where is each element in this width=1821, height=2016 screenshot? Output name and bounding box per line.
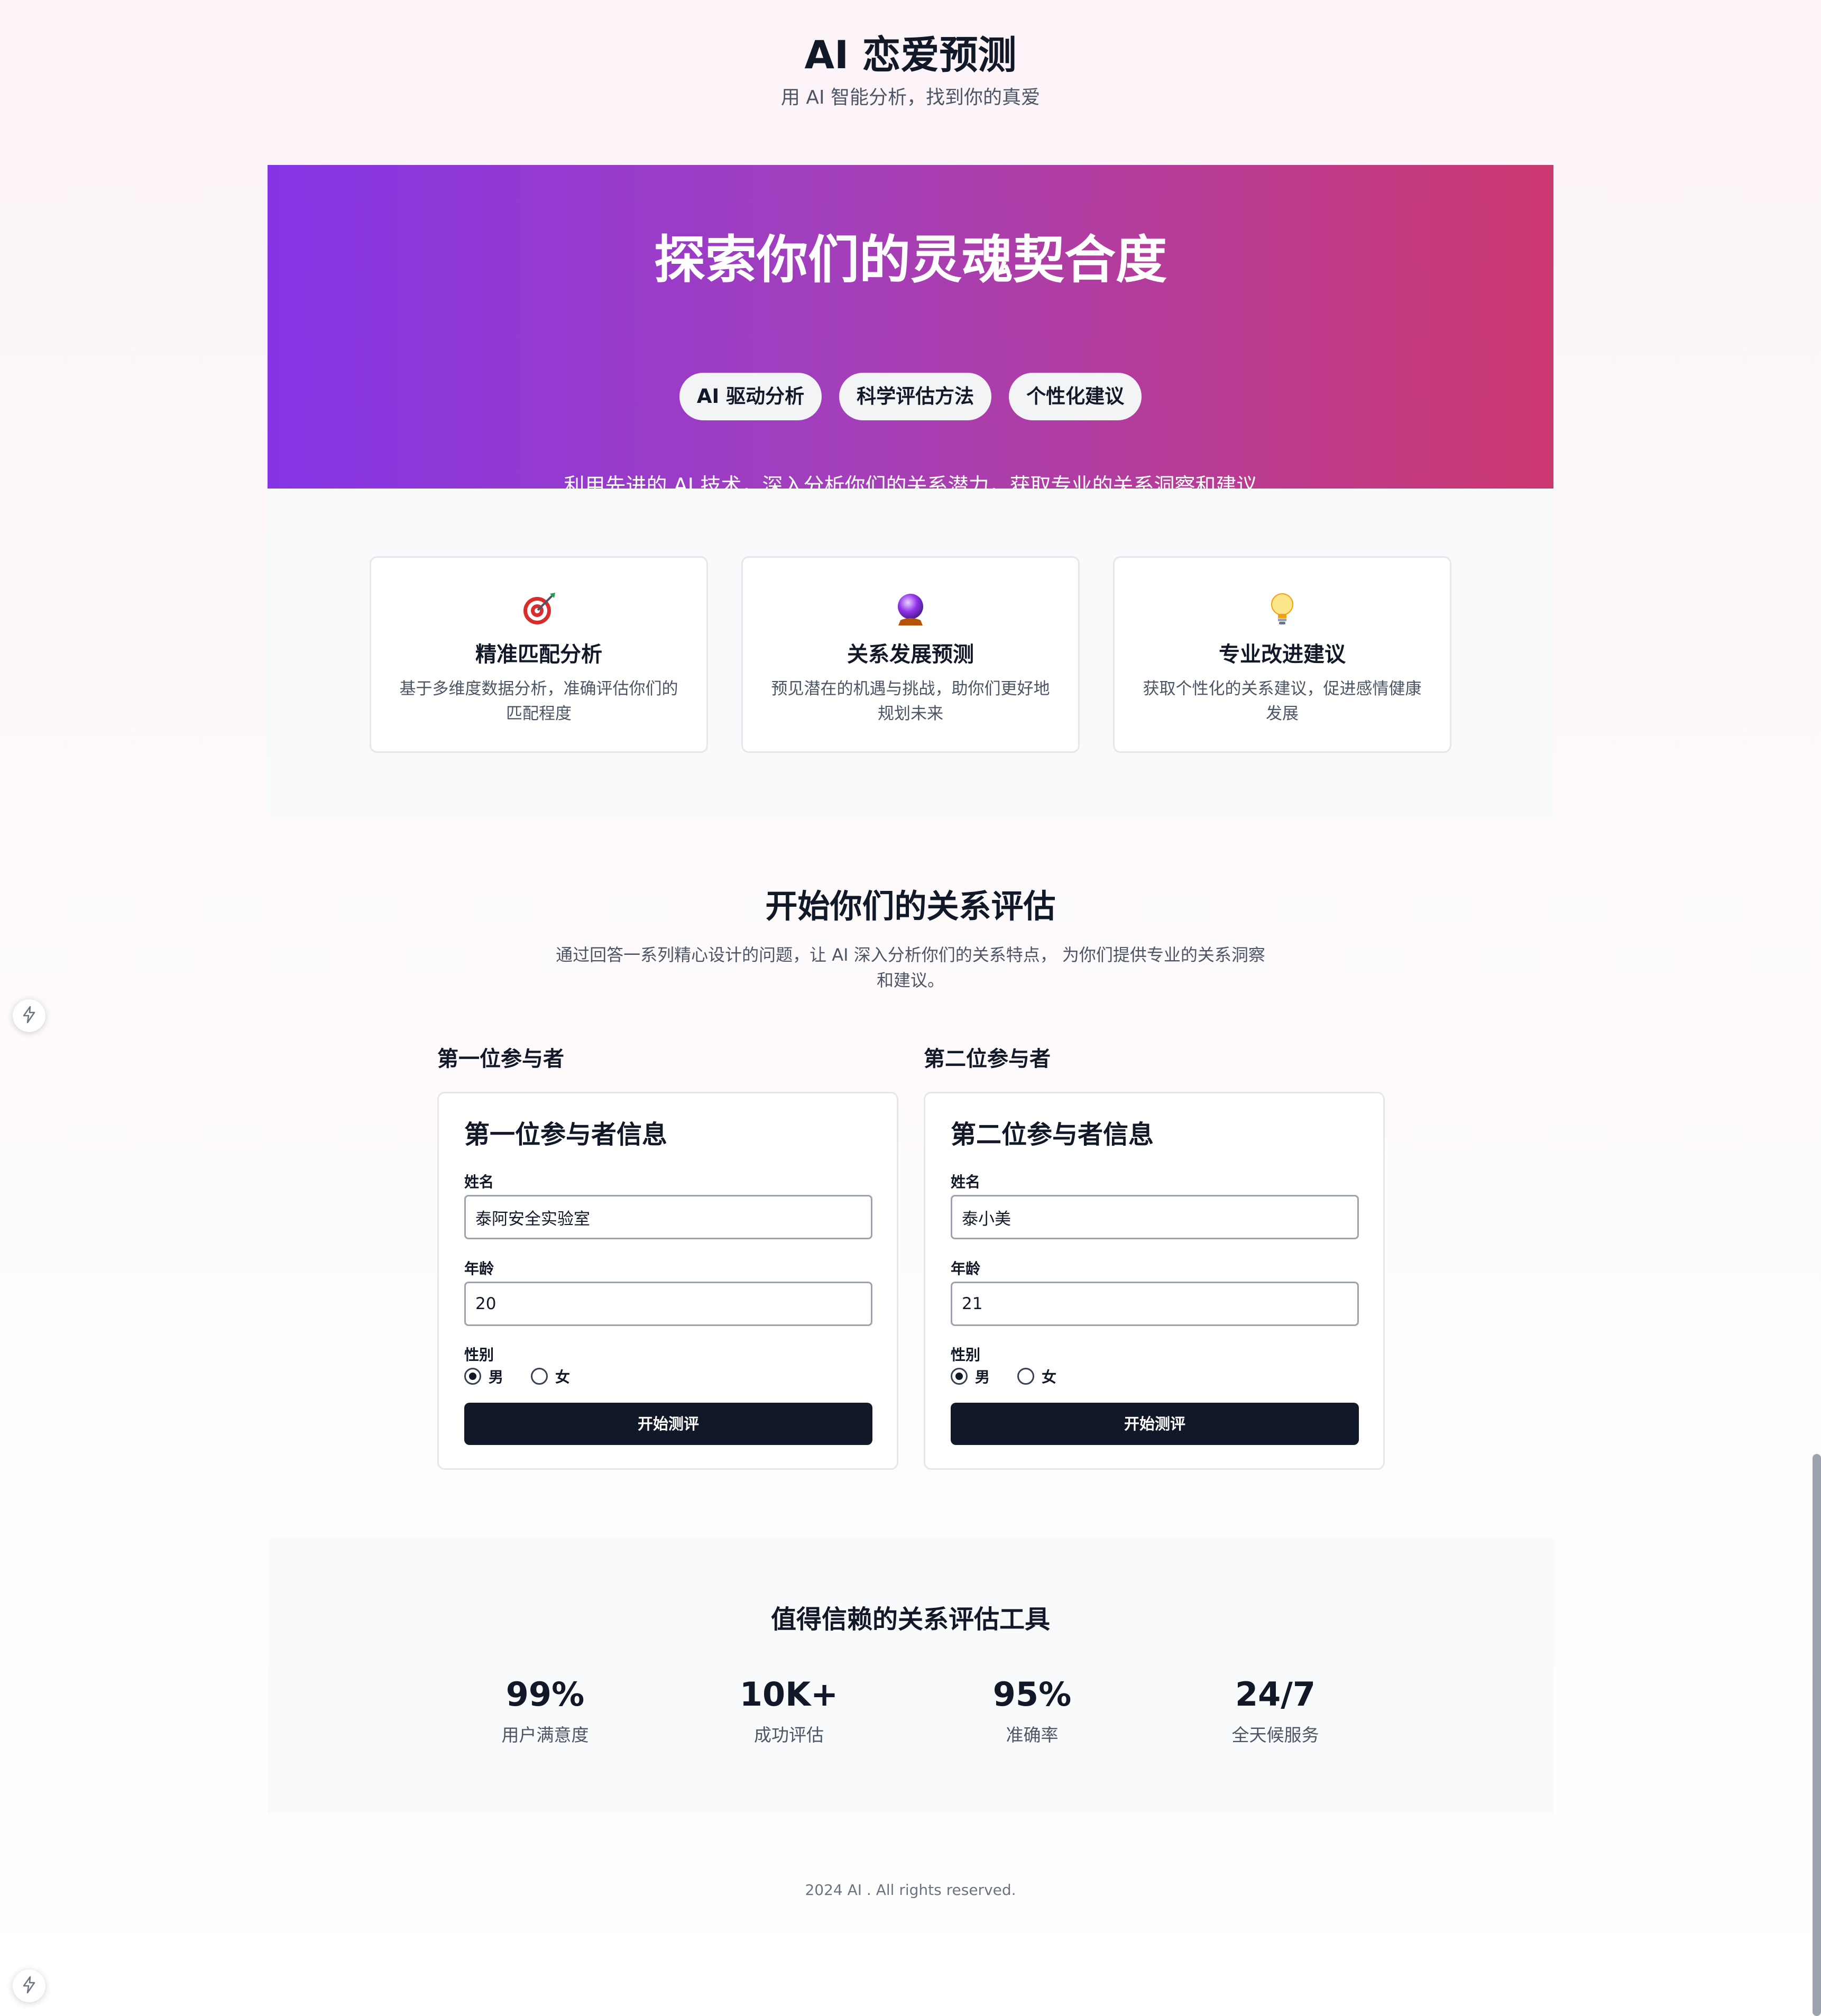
stat-label: 全天候服务 [1231,1725,1319,1745]
site-header: AI 恋爱预测 用 AI 智能分析，找到你的真爱 [0,0,1821,159]
age-label: 年龄 [951,1260,981,1277]
start-evaluation-button[interactable]: 开始测评 [951,1403,1359,1445]
target-icon [371,591,706,628]
evaluation-description: 通过回答一系列精心设计的问题，让 AI 深入分析你们的关系特点， 为你们提供专业… [556,945,1265,990]
stat-label: 准确率 [1006,1725,1059,1745]
participant-1-label: 第一位参与者 [437,1047,564,1071]
site-subtitle: 用 AI 智能分析，找到你的真爱 [780,87,1041,108]
stat-item: 99% 用户满意度 [439,1671,651,1748]
stat-item: 95% 准确率 [926,1671,1138,1748]
crystal-ball-icon [743,591,1078,628]
evaluation-title: 开始你们的关系评估 [765,888,1056,925]
name-input[interactable] [464,1195,872,1239]
gender-label: 性别 [951,1346,981,1364]
stat-label: 成功评估 [754,1725,824,1745]
gender-radio-male[interactable] [464,1368,481,1385]
gender-option-label: 女 [555,1368,571,1386]
feature-description: 预见潜在的机遇与挑战，助你们更好地规划未来 [771,679,1050,723]
feature-title: 专业改进建议 [1219,642,1346,667]
stat-label: 用户满意度 [501,1725,589,1745]
stats-title: 值得信赖的关系评估工具 [770,1605,1050,1634]
floating-bolt-button[interactable] [13,999,45,1032]
stat-value: 10K+ [739,1675,839,1714]
gender-radio-male[interactable] [951,1368,968,1385]
stat-item: 24/7 全天候服务 [1170,1671,1381,1748]
stat-value: 99% [505,1675,585,1714]
footer-copyright: 2024 AI . All rights reserved. [805,1881,1016,1899]
stat-item: 10K+ 成功评估 [683,1671,895,1748]
hero-tags: AI 驱动分析 科学评估方法 个性化建议 [268,373,1553,420]
bolt-icon [21,1006,37,1026]
hero-title: 探索你们的灵魂契合度 [654,230,1167,290]
form-title: 第一位参与者信息 [464,1120,668,1149]
page-scrollbar[interactable] [1813,1454,1821,2016]
feature-card-matching: 精准匹配分析 基于多维度数据分析，准确评估你们的匹配程度 [370,556,708,753]
name-label: 姓名 [951,1173,981,1191]
bolt-icon [21,1976,37,1996]
gender-option-label: 女 [1042,1368,1057,1386]
tag-scientific-method: 科学评估方法 [839,373,992,420]
start-evaluation-button[interactable]: 开始测评 [464,1403,872,1445]
participant-2-label: 第二位参与者 [924,1047,1051,1071]
gender-radio-group: 男 女 [951,1366,1084,1387]
feature-description: 基于多维度数据分析，准确评估你们的匹配程度 [399,679,678,723]
feature-title: 关系发展预测 [847,642,974,667]
stats-section: 值得信赖的关系评估工具 99% 用户满意度 10K+ 成功评估 95% 准确率 … [268,1539,1553,1814]
participant-2-form: 第二位参与者信息 姓名 年龄 性别 男 女 开始测评 [924,1092,1385,1470]
feature-description: 获取个性化的关系建议，促进感情健康发展 [1143,679,1422,723]
gender-label: 性别 [464,1346,494,1364]
name-input[interactable] [951,1195,1359,1239]
feature-card-advice: 专业改进建议 获取个性化的关系建议，促进感情健康发展 [1113,556,1451,753]
hero-banner: 探索你们的灵魂契合度 利用先进的 AI 技术，深入分析你们的关系潜力，获取专业的… [268,165,1553,498]
floating-bolt-button[interactable] [13,1969,45,2002]
age-input[interactable] [951,1282,1359,1326]
stat-value: 24/7 [1235,1675,1316,1714]
gender-radio-female[interactable] [531,1368,548,1385]
form-title: 第二位参与者信息 [951,1120,1154,1149]
tag-ai-analysis: AI 驱动分析 [679,373,822,420]
age-input[interactable] [464,1282,872,1326]
stat-value: 95% [992,1675,1072,1714]
feature-title: 精准匹配分析 [475,642,602,667]
gender-radio-group: 男 女 [464,1366,597,1387]
name-label: 姓名 [464,1173,494,1191]
age-label: 年龄 [464,1260,494,1277]
feature-card-prediction: 关系发展预测 预见潜在的机遇与挑战，助你们更好地规划未来 [741,556,1080,753]
tag-personalized-advice: 个性化建议 [1009,373,1142,420]
lightbulb-icon [1115,591,1450,628]
gender-option-label: 男 [975,1368,990,1386]
site-title: AI 恋爱预测 [804,33,1017,78]
participant-1-form: 第一位参与者信息 姓名 年龄 性别 男 女 开始测评 [437,1092,898,1470]
gender-radio-female[interactable] [1017,1368,1035,1385]
gender-option-label: 男 [489,1368,504,1386]
features-section: 精准匹配分析 基于多维度数据分析，准确评估你们的匹配程度 关系发展预测 预见潜在… [268,489,1553,816]
